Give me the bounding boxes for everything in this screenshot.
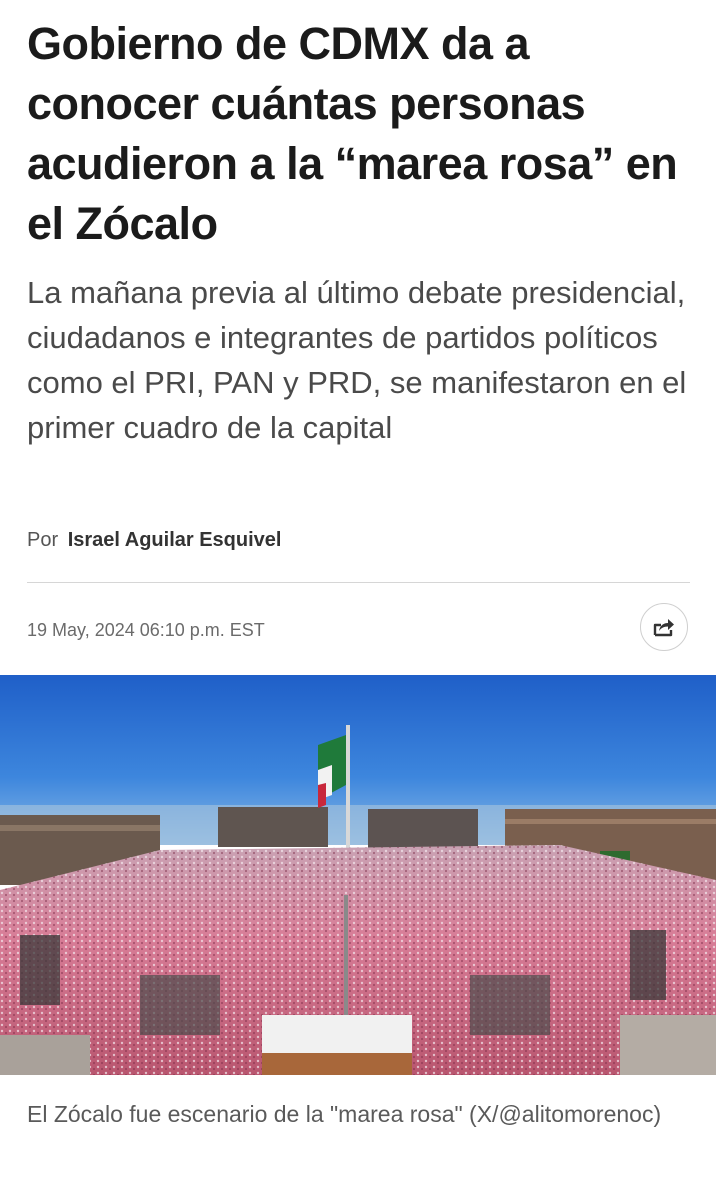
- article-subheadline: La mañana previa al último debate presid…: [27, 275, 687, 445]
- article-headline: Gobierno de CDMX da a conocer cuántas pe…: [27, 18, 678, 249]
- share-icon: [653, 619, 674, 637]
- byline-prefix: Por: [27, 529, 59, 551]
- zocalo-crowd-photo: [0, 675, 716, 1075]
- photo-caption: El Zócalo fue escenario de la "marea ros…: [27, 1101, 662, 1127]
- publish-date: 19 May, 2024 06:10 p.m. EST: [27, 620, 265, 640]
- article: Gobierno de CDMX da a conocer cuántas pe…: [0, 0, 716, 1200]
- share-button[interactable]: [640, 603, 688, 651]
- divider: [27, 582, 690, 583]
- byline: Por Israel Aguilar Esquivel: [27, 527, 281, 553]
- author-link[interactable]: Israel Aguilar Esquivel: [68, 529, 282, 551]
